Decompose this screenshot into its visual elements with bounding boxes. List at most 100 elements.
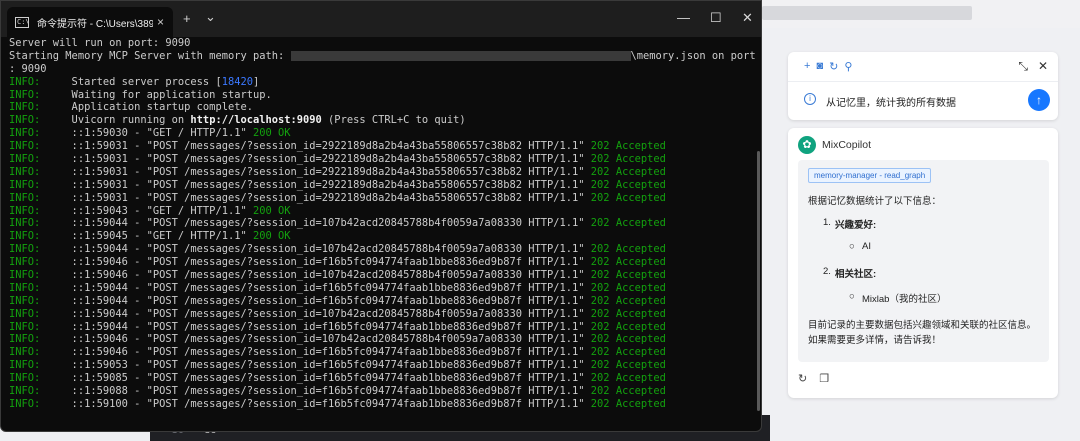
log-message: ::1:59043 - "GET / HTTP/1.1" (40, 204, 253, 217)
camera-icon[interactable]: ◙ (816, 60, 823, 73)
tab-dropdown-icon[interactable]: ⌄ (205, 9, 216, 25)
http-status: 202 Accepted (590, 397, 666, 410)
log-level: INFO: (9, 127, 41, 140)
response-actions: ↻ ❐ (798, 372, 829, 385)
http-status: 202 Accepted (590, 385, 666, 398)
log-level: INFO: (9, 346, 41, 359)
blurred-background-text (762, 6, 972, 20)
log-level: INFO: (9, 243, 41, 256)
minimize-icon[interactable]: — (677, 10, 690, 25)
log-message: Waiting for application startup. (40, 88, 272, 101)
http-status: 202 Accepted (590, 320, 666, 333)
http-status: 202 Accepted (590, 359, 666, 372)
http-status: 202 Accepted (590, 178, 666, 191)
log-message: ::1:59031 - "POST /messages/?session_id=… (40, 153, 591, 166)
send-button[interactable]: ↑ (1028, 89, 1050, 111)
assistant-name: MixCopilot (822, 139, 872, 151)
log-level: INFO: (9, 88, 41, 101)
log-level: INFO: (9, 114, 41, 127)
response-bubble: memory-manager - read_graph 根据记忆数据统计了以下信… (798, 160, 1049, 362)
list-subitem-2: Mixlab（我的社区） (862, 294, 947, 305)
close-icon[interactable]: ✕ (1038, 59, 1048, 74)
terminal-line: INFO: ::1:59046 - "POST /messages/?sessi… (9, 346, 756, 359)
terminal-scrollbar[interactable] (757, 151, 760, 411)
log-text: Server will run on port: 9090 (9, 37, 191, 49)
log-level: INFO: (9, 204, 41, 217)
copy-icon[interactable]: ❐ (819, 372, 829, 385)
terminal-line: INFO: ::1:59044 - "POST /messages/?sessi… (9, 282, 756, 295)
tool-tag[interactable]: memory-manager - read_graph (808, 168, 932, 183)
terminal-output[interactable]: Server will run on port: 9090 Starting Me… (9, 37, 756, 411)
log-message: ::1:59031 - "POST /messages/?session_id=… (40, 165, 591, 178)
terminal-line: INFO: ::1:59045 - "GET / HTTP/1.1" 200 O… (9, 230, 756, 243)
log-message: ::1:59088 - "POST /messages/?session_id=… (40, 385, 591, 398)
list-subitem-1: AI (862, 241, 871, 252)
log-message: ::1:59046 - "POST /messages/?session_id=… (40, 333, 591, 346)
log-message: ::1:59044 - "POST /messages/?session_id=… (40, 320, 591, 333)
refresh-icon[interactable]: ↻ (829, 60, 838, 73)
terminal-line: INFO: ::1:59053 - "POST /messages/?sessi… (9, 359, 756, 372)
plus-icon[interactable]: + (804, 60, 810, 73)
pin-icon[interactable]: ⚲ (844, 60, 852, 73)
terminal-line: INFO: ::1:59100 - "POST /messages/?sessi… (9, 398, 756, 411)
log-message: (Press CTRL+C to quit) (321, 114, 466, 127)
terminal-line: INFO: ::1:59030 - "GET / HTTP/1.1" 200 O… (9, 127, 756, 140)
log-level: INFO: (9, 75, 41, 88)
log-message: ::1:59046 - "POST /messages/?session_id=… (40, 256, 591, 269)
log-message: ::1:59046 - "POST /messages/?session_id=… (40, 346, 591, 359)
bullet-icon: ○ (849, 291, 855, 302)
log-level: INFO: (9, 230, 41, 243)
terminal-line: INFO: Uvicorn running on http://localhos… (9, 114, 756, 127)
terminal-line: INFO: ::1:59044 - "POST /messages/?sessi… (9, 308, 756, 321)
http-status: 202 Accepted (590, 281, 666, 294)
http-status: 202 Accepted (590, 243, 666, 256)
close-icon[interactable]: ✕ (742, 10, 753, 26)
list-item-title-1: 兴趣爱好: (835, 220, 877, 231)
terminal-line: INFO: ::1:59085 - "POST /messages/?sessi… (9, 372, 756, 385)
log-message: ::1:59045 - "GET / HTTP/1.1" (40, 230, 253, 243)
log-message: ::1:59044 - "POST /messages/?session_id=… (40, 217, 591, 230)
maximize-icon[interactable]: ☐ (710, 10, 722, 26)
list-item-title-2: 相关社区: (835, 269, 877, 280)
log-level: INFO: (9, 178, 41, 191)
http-status: 202 Accepted (590, 191, 666, 204)
copilot-window-controls: ⤡ ✕ (1018, 59, 1048, 74)
regenerate-icon[interactable]: ↻ (798, 372, 807, 385)
terminal-line: INFO: Application startup complete. (9, 101, 756, 114)
response-intro: 根据记忆数据统计了以下信息： (808, 196, 942, 207)
terminal-line: INFO: ::1:59031 - "POST /messages/?sessi… (9, 192, 756, 205)
info-icon: i (804, 93, 816, 105)
divider (788, 81, 1058, 82)
new-tab-icon[interactable]: + (183, 11, 191, 26)
log-message: ::1:59100 - "POST /messages/?session_id=… (40, 397, 591, 410)
log-level: INFO: (9, 217, 41, 230)
terminal-line: INFO: ::1:59044 - "POST /messages/?sessi… (9, 243, 756, 256)
terminal-line: INFO: ::1:59044 - "POST /messages/?sessi… (9, 217, 756, 230)
log-text: Starting Memory MCP Server with memory p… (9, 49, 291, 62)
log-text: : 9090 (9, 62, 47, 75)
copilot-toolbar: + ◙ ↻ ⚲ (804, 60, 852, 73)
response-summary-2: 如果需要更多详情，请告诉我！ (808, 335, 942, 346)
http-status: 200 OK (252, 204, 291, 217)
http-status: 202 Accepted (590, 140, 666, 153)
terminal-line: INFO: ::1:59043 - "GET / HTTP/1.1" 200 O… (9, 205, 756, 218)
log-level: INFO: (9, 101, 41, 114)
query-text[interactable]: 从记忆里，统计我的所有数据 (826, 94, 956, 109)
terminal-line: INFO: ::1:59031 - "POST /messages/?sessi… (9, 166, 756, 179)
terminal-titlebar: C:\ 命令提示符 - C:\Users\38957\ × + ⌄ — ☐ ✕ (1, 1, 761, 37)
copilot-avatar-icon: ✿ (798, 136, 816, 154)
log-level: INFO: (9, 153, 41, 166)
http-status: 202 Accepted (590, 269, 666, 282)
terminal-line: INFO: ::1:59088 - "POST /messages/?sessi… (9, 385, 756, 398)
log-level: INFO: (9, 320, 41, 333)
response-summary-1: 目前记录的主要数据包括兴趣领域和关联的社区信息。 (808, 320, 1037, 331)
bullet-icon: ○ (849, 241, 855, 252)
terminal-line: INFO: ::1:59044 - "POST /messages/?sessi… (9, 295, 756, 308)
log-message: ::1:59031 - "POST /messages/?session_id=… (40, 191, 591, 204)
copilot-input-card: + ◙ ↻ ⚲ ⤡ ✕ i 从记忆里，统计我的所有数据 ↑ (788, 52, 1058, 120)
tab-close-icon[interactable]: × (157, 15, 164, 29)
terminal-tab[interactable]: C:\ 命令提示符 - C:\Users\38957\ × (7, 7, 173, 37)
process-id: 18420 (221, 75, 253, 88)
collapse-icon[interactable]: ⤡ (1018, 59, 1028, 74)
log-level: INFO: (9, 359, 41, 372)
